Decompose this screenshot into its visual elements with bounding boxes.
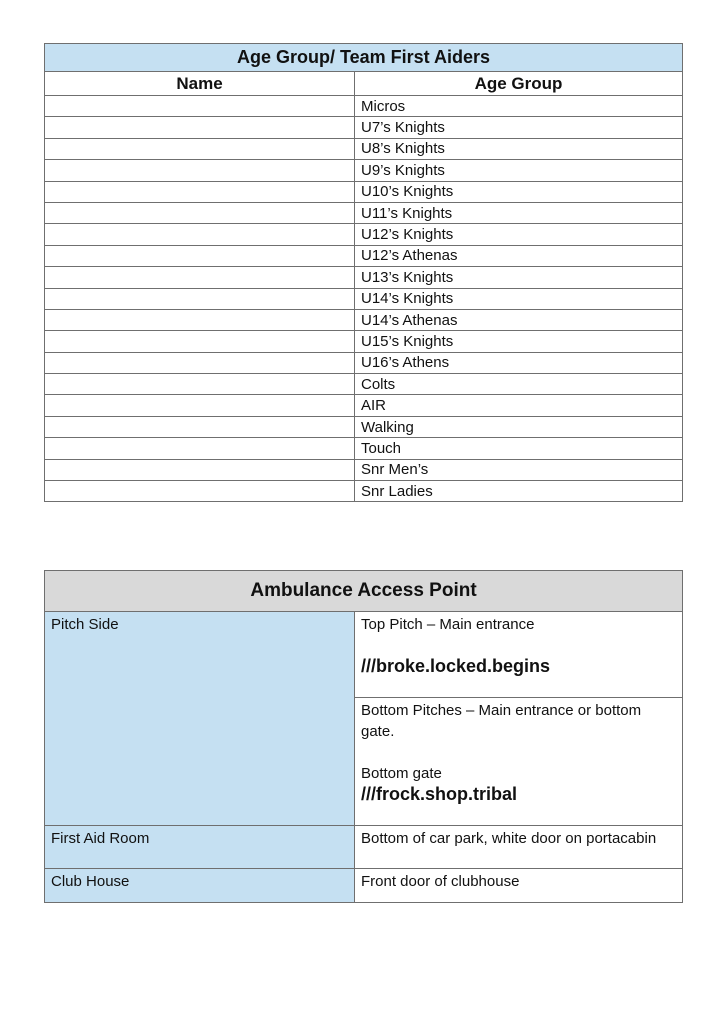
table-row: U11’s Knights (44, 201, 684, 225)
age-group-cell: Micros (353, 94, 684, 118)
age-group-cell: U9’s Knights (353, 159, 684, 182)
first-aider-name-cell[interactable] (44, 351, 355, 375)
age-group-cell: Walking (353, 415, 684, 439)
first-aider-name-cell[interactable] (44, 394, 355, 417)
table-row: AIR (44, 394, 684, 417)
age-group-cell: U7’s Knights (353, 116, 684, 139)
first-aider-name-cell[interactable] (44, 266, 355, 289)
table-row: Touch (44, 437, 684, 460)
age-group-cell: AIR (353, 394, 684, 417)
table-row: U8’s Knights (44, 137, 684, 161)
age-group-cell: U14’s Knights (353, 287, 684, 310)
first-aider-name-cell[interactable] (44, 223, 355, 246)
ambulance-title: Ambulance Access Point (44, 570, 683, 612)
first-aider-name-cell[interactable] (44, 201, 355, 225)
table-row: Walking (44, 415, 684, 439)
first-aider-name-cell[interactable] (44, 415, 355, 439)
first-aid-room-label: First Aid Room (44, 825, 355, 869)
table-row: U9’s Knights (44, 159, 684, 182)
age-group-cell: Snr Ladies (353, 480, 684, 503)
first-aider-name-cell[interactable] (44, 437, 355, 460)
age-group-cell: U12’s Knights (353, 223, 684, 246)
age-group-cell: U8’s Knights (353, 137, 684, 161)
age-group-cell: U12’s Athenas (353, 244, 684, 268)
first-aider-name-cell[interactable] (44, 308, 355, 332)
bottom-gate-label: Bottom gate (361, 765, 442, 782)
first-aiders-title: Age Group/ Team First Aiders (43, 43, 684, 72)
first-aiders-table: Age Group/ Team First Aiders Name Age Gr… (43, 43, 684, 503)
club-house-value: Front door of clubhouse (354, 868, 683, 903)
table-row: Colts (44, 373, 684, 396)
age-group-cell: U16’s Athens (353, 351, 684, 375)
first-aider-name-cell[interactable] (44, 244, 355, 268)
first-aider-name-cell[interactable] (44, 94, 355, 118)
first-aiders-rows: Micros U7’s Knights U8’s Knights U9’s Knigh… (44, 94, 684, 503)
first-aider-name-cell[interactable] (44, 330, 355, 353)
table-row: U14’s Knights (44, 287, 684, 310)
top-pitch-text: Top Pitch – Main entrance (361, 616, 535, 633)
age-group-column-header: Age Group (353, 71, 684, 96)
first-aider-name-cell[interactable] (44, 116, 355, 139)
first-aider-name-cell[interactable] (44, 287, 355, 310)
table-row: U10’s Knights (44, 180, 684, 203)
age-group-cell: Snr Men’s (353, 458, 684, 482)
table-row: Micros (44, 94, 684, 118)
table-row: U7’s Knights (44, 116, 684, 139)
bottom-pitches-text: Bottom Pitches – Main entrance or bottom… (361, 702, 642, 740)
bottom-pitches-cell: Bottom Pitches – Main entrance or bottom… (354, 697, 683, 826)
name-column-header: Name (44, 71, 355, 96)
age-group-cell: U11’s Knights (353, 201, 684, 225)
pitch-side-label: Pitch Side (44, 611, 355, 826)
club-house-label: Club House (44, 868, 355, 903)
first-aid-room-value: Bottom of car park, white door on portac… (354, 825, 683, 869)
first-aider-name-cell[interactable] (44, 480, 355, 503)
bottom-gate-what3words: ///frock.shop.tribal (361, 784, 518, 804)
ambulance-access-table: Ambulance Access Point Pitch Side Top Pi… (44, 570, 683, 903)
table-row: Snr Men’s (44, 458, 684, 482)
table-row: U15’s Knights (44, 330, 684, 353)
age-group-cell: U15’s Knights (353, 330, 684, 353)
first-aider-name-cell[interactable] (44, 180, 355, 203)
age-group-cell: Colts (353, 373, 684, 396)
age-group-cell: U13’s Knights (353, 266, 684, 289)
top-pitch-cell: Top Pitch – Main entrance ///broke.locke… (354, 611, 683, 698)
table-row: U14’s Athenas (44, 308, 684, 332)
top-pitch-what3words: ///broke.locked.begins (361, 656, 551, 676)
table-row: U16’s Athens (44, 351, 684, 375)
age-group-cell: Touch (353, 437, 684, 460)
table-row: U12’s Athenas (44, 244, 684, 268)
table-row: U12’s Knights (44, 223, 684, 246)
age-group-cell: U14’s Athenas (353, 308, 684, 332)
table-row: U13’s Knights (44, 266, 684, 289)
first-aider-name-cell[interactable] (44, 373, 355, 396)
age-group-cell: U10’s Knights (353, 180, 684, 203)
first-aider-name-cell[interactable] (44, 458, 355, 482)
table-row: Snr Ladies (44, 480, 684, 503)
first-aider-name-cell[interactable] (44, 137, 355, 161)
first-aider-name-cell[interactable] (44, 159, 355, 182)
